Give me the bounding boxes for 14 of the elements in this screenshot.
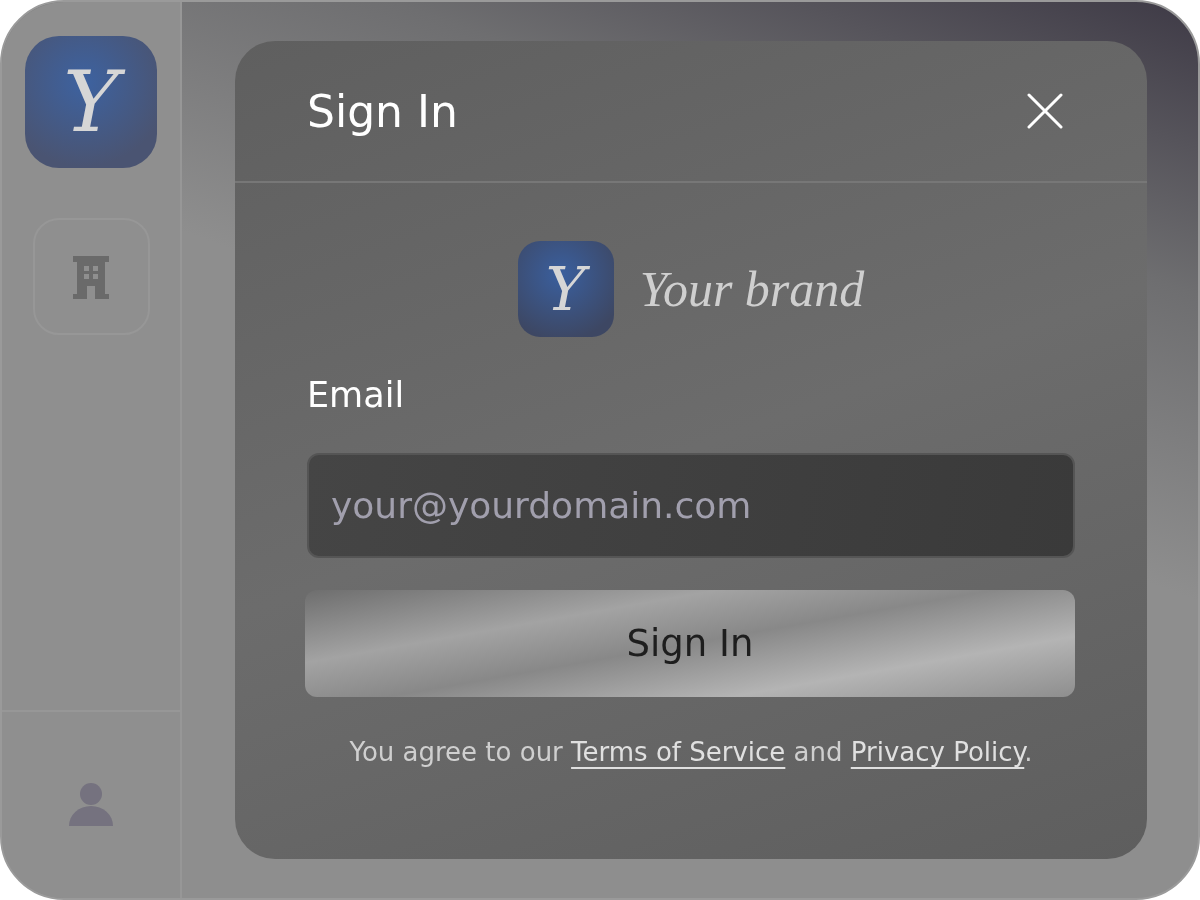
app-logo[interactable]: Y	[25, 36, 157, 168]
privacy-link[interactable]: Privacy Policy	[850, 737, 1025, 767]
terms-notice: You agree to our Terms of Service and Privacy Policy.	[348, 737, 1034, 767]
brand-name: Your brand	[639, 260, 865, 318]
sign-in-button[interactable]: Sign In	[305, 590, 1075, 697]
close-icon[interactable]	[1027, 93, 1063, 129]
terms-link[interactable]: Terms of Service	[571, 737, 786, 767]
email-label: Email	[307, 375, 406, 415]
building-icon	[71, 253, 111, 300]
dialog-title: Sign In	[307, 85, 458, 137]
email-field[interactable]: your@yourdomain.com	[307, 453, 1075, 558]
nav-button[interactable]	[32, 218, 150, 335]
brand-logo: Y	[517, 241, 614, 337]
user-icon[interactable]	[69, 782, 113, 828]
